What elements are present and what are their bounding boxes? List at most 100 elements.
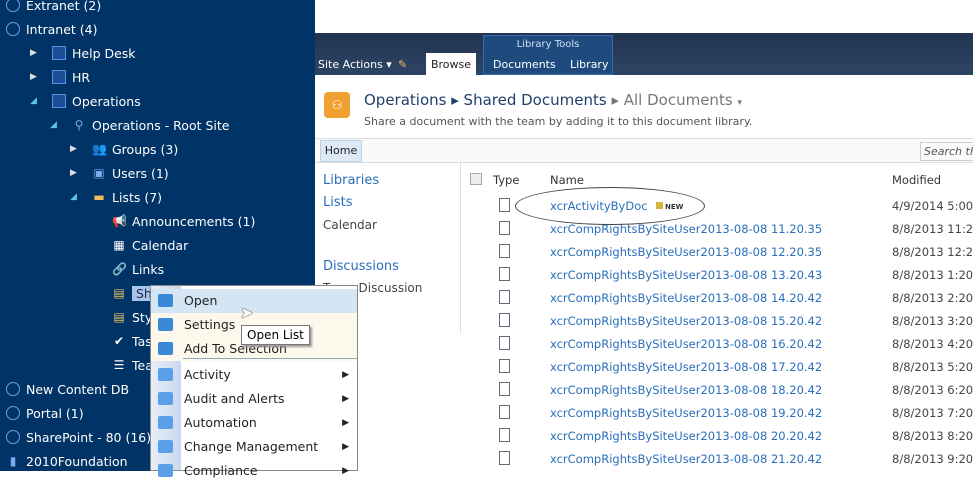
tree-node[interactable]: 🔗 Links [112, 259, 164, 279]
tree-node-label: Users (1) [112, 165, 169, 181]
tree-node[interactable]: Portal (1) [6, 403, 84, 423]
menu-item-label: Automation [184, 415, 257, 430]
document-link[interactable]: xcrCompRightsBySiteUser2013-08-08 17.20.… [550, 360, 822, 374]
site-actions-menu[interactable]: Site Actions ▾ [318, 55, 392, 75]
select-all-checkbox[interactable] [470, 173, 482, 185]
table-row: xcrCompRightsBySiteUser2013-08-08 12.20.… [315, 242, 973, 262]
document-link[interactable]: xcrCompRightsBySiteUser2013-08-08 14.20.… [550, 291, 822, 305]
modified-date: 8/8/2013 7:20 [892, 406, 973, 420]
folder-icon [158, 368, 173, 381]
expand-arrow-icon[interactable]: ▶ [70, 144, 77, 154]
modified-date: 8/8/2013 5:20 [892, 360, 973, 374]
tree-node[interactable]: ⚲ Operations - Root Site [72, 115, 230, 135]
breadcrumb: Operations ▸ Shared Documents ▸ All Docu… [364, 91, 742, 109]
search-input[interactable]: Search th [920, 142, 973, 161]
tooltip: Open List [241, 325, 310, 345]
table-row: xcrCompRightsBySiteUser2013-08-08 18.20.… [315, 380, 973, 400]
tree-node[interactable]: ▣ Users (1) [92, 163, 169, 183]
tab-documents[interactable]: Documents [493, 55, 556, 75]
library-tools-group: Library Tools Documents Library [483, 35, 613, 75]
table-row: xcrCompRightsBySiteUser2013-08-08 13.20.… [315, 265, 973, 285]
document-icon [499, 359, 510, 373]
tab-browse[interactable]: Browse [426, 53, 476, 75]
ribbon: Site Actions ▾ ✎ Browse Library Tools Do… [315, 33, 973, 75]
tree-node[interactable]: New Content DB [6, 379, 129, 399]
expand-arrow-icon[interactable]: ▶ [30, 72, 37, 82]
menu-item-label: Audit and Alerts [184, 391, 285, 406]
document-icon [499, 405, 510, 419]
tree-node[interactable]: ▮ 2010Foundation [6, 451, 128, 471]
document-library-icon: ▤ [113, 310, 125, 324]
folder-icon [158, 440, 173, 453]
document-library-icon: ▤ [113, 286, 125, 300]
breadcrumb-shared-documents[interactable]: Shared Documents [464, 91, 607, 109]
document-link[interactable]: xcrCompRightsBySiteUser2013-08-08 16.20.… [550, 337, 822, 351]
document-link[interactable]: xcrCompRightsBySiteUser2013-08-08 18.20.… [550, 383, 822, 397]
document-link[interactable]: xcrCompRightsBySiteUser2013-08-08 21.20.… [550, 452, 822, 466]
menu-item-activity[interactable]: Activity ▶ [151, 363, 357, 387]
quick-launch-libraries[interactable]: Libraries [323, 173, 379, 188]
menu-item-label: Activity [184, 367, 231, 382]
submenu-arrow-icon: ▶ [342, 442, 349, 452]
menu-item-open[interactable]: Open [151, 289, 357, 313]
tree-node-label: Operations [72, 93, 141, 109]
tree-node[interactable]: 📢 Announcements (1) [112, 211, 255, 231]
collapse-arrow-icon[interactable]: ◢ [30, 96, 37, 106]
document-link[interactable]: xcrCompRightsBySiteUser2013-08-08 20.20.… [550, 429, 822, 443]
tab-home[interactable]: Home [320, 140, 362, 162]
document-link[interactable]: xcrCompRightsBySiteUser2013-08-08 12.20.… [550, 245, 822, 259]
tree-node[interactable]: Extranet (2) [6, 0, 101, 15]
breadcrumb-operations[interactable]: Operations [364, 91, 446, 109]
menu-item-change-management[interactable]: Change Management ▶ [151, 435, 357, 459]
table-row: xcrCompRightsBySiteUser2013-08-08 20.20.… [315, 426, 973, 446]
document-link[interactable]: xcrCompRightsBySiteUser2013-08-08 13.20.… [550, 268, 822, 282]
globe-icon [6, 406, 20, 420]
expand-arrow-icon[interactable]: ▶ [70, 168, 77, 178]
collapse-arrow-icon[interactable]: ◢ [70, 192, 77, 202]
site-icon [52, 46, 66, 60]
globe-icon [6, 0, 20, 12]
highlight-ellipse [515, 187, 705, 225]
column-modified[interactable]: Modified [892, 173, 941, 187]
view-selector[interactable]: All Documents ▾ [624, 91, 742, 109]
tree-node[interactable]: SharePoint - 80 (16) [6, 427, 151, 447]
table-row: xcrCompRightsBySiteUser2013-08-08 15.20.… [315, 311, 973, 331]
page-description: Share a document with the team by adding… [364, 115, 753, 128]
context-menu: Open Settings Add To Selection Activity ▶ Aud… [150, 285, 358, 478]
menu-item-label: Change Management [184, 439, 319, 454]
menu-item-compliance[interactable]: Compliance ▶ [151, 459, 357, 483]
menu-item-automation[interactable]: Automation ▶ [151, 411, 357, 435]
collapse-arrow-icon[interactable]: ◢ [50, 120, 57, 130]
tree-node[interactable]: 👥 Groups (3) [92, 139, 178, 159]
site-icon [52, 94, 66, 108]
tree-node-label: 2010Foundation [26, 453, 128, 469]
column-type[interactable]: Type [493, 173, 519, 187]
tree-node[interactable]: Intranet (4) [6, 19, 98, 39]
tree-node-label: Extranet (2) [26, 0, 102, 13]
globe-icon [6, 430, 20, 444]
expand-arrow-icon[interactable]: ▶ [30, 48, 37, 58]
tree-node[interactable]: Help Desk [52, 43, 136, 63]
document-icon [499, 290, 510, 304]
document-link[interactable]: xcrCompRightsBySiteUser2013-08-08 19.20.… [550, 406, 822, 420]
tree-node[interactable]: Operations [52, 91, 141, 111]
modified-date: 8/8/2013 3:20 [892, 314, 973, 328]
column-name[interactable]: Name [550, 173, 584, 187]
menu-item-label: Settings [184, 317, 236, 332]
mouse-cursor-icon: ➤ [240, 303, 254, 322]
table-row: xcrCompRightsBySiteUser2013-08-08 16.20.… [315, 334, 973, 354]
menu-separator [183, 358, 357, 359]
root-site-icon: ⚲ [74, 118, 84, 132]
tree-node-label: Operations - Root Site [92, 117, 230, 133]
tree-node[interactable]: HR [52, 67, 90, 87]
links-icon: 🔗 [112, 262, 127, 276]
edit-page-icon[interactable]: ✎ [398, 55, 407, 75]
menu-item-audit-and-alerts[interactable]: Audit and Alerts ▶ [151, 387, 357, 411]
tab-library[interactable]: Library [570, 55, 608, 75]
tree-node[interactable]: ▦ Calendar [112, 235, 188, 255]
tree-node[interactable]: ▬ Lists (7) [92, 187, 162, 207]
site-icon [52, 70, 66, 84]
document-icon [499, 451, 510, 465]
document-link[interactable]: xcrCompRightsBySiteUser2013-08-08 15.20.… [550, 314, 822, 328]
modified-date: 8/8/2013 11:20 [892, 222, 973, 236]
